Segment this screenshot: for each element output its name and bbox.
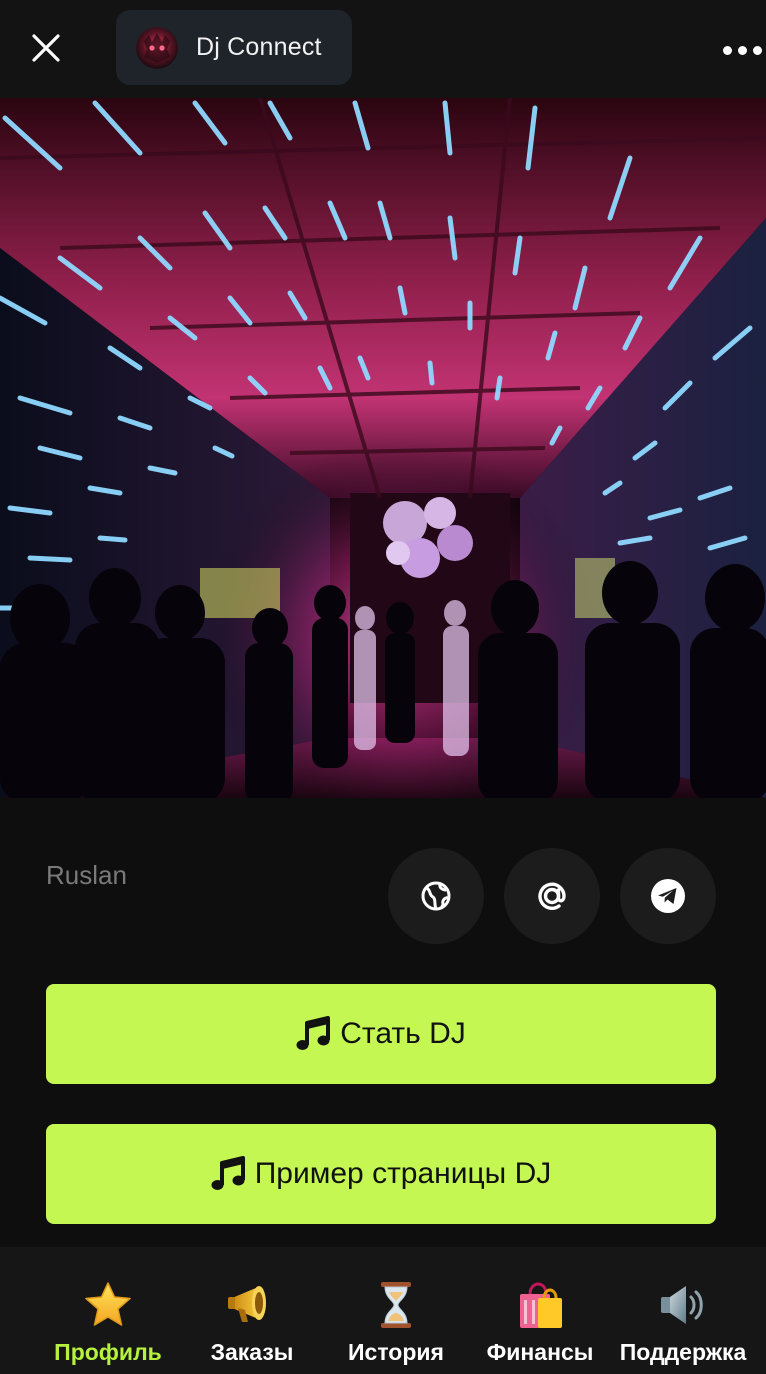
close-icon — [32, 34, 60, 62]
star-icon — [83, 1279, 133, 1331]
tab-history[interactable]: История — [340, 1247, 452, 1374]
app-avatar — [136, 26, 178, 69]
close-button[interactable] — [22, 24, 70, 72]
telegram-icon — [651, 879, 685, 913]
tab-history-label: История — [348, 1339, 444, 1365]
app-title-chip[interactable]: Dj Connect — [116, 10, 352, 85]
nightclub-photo — [0, 98, 766, 798]
profile-name: Ruslan — [46, 860, 127, 890]
email-link-button[interactable] — [504, 848, 600, 944]
more-horizontal-icon — [723, 45, 732, 55]
music-note-icon — [296, 1015, 332, 1053]
website-link-button[interactable] — [388, 848, 484, 944]
become-dj-button[interactable]: Стать DJ — [46, 984, 716, 1084]
hourglass-icon — [379, 1279, 413, 1331]
tab-profile[interactable]: Профиль — [52, 1247, 164, 1374]
tab-profile-label: Профиль — [54, 1339, 162, 1365]
top-bar: Dj Connect — [0, 0, 766, 98]
bottom-navigation: Профиль Заказы История Финансы Поддержка — [0, 1247, 766, 1374]
tab-orders-label: Заказы — [210, 1339, 294, 1365]
tab-finances[interactable]: Финансы — [484, 1247, 596, 1374]
more-options-button[interactable] — [716, 30, 766, 70]
example-dj-page-label: Пример страницы DJ — [254, 1157, 552, 1190]
telegram-link-button[interactable] — [620, 848, 716, 944]
example-dj-page-button[interactable]: Пример страницы DJ — [46, 1124, 716, 1224]
at-sign-icon — [538, 882, 566, 910]
globe-icon — [421, 881, 451, 911]
shopping-bags-icon — [514, 1279, 566, 1331]
app-title: Dj Connect — [196, 33, 322, 61]
tab-orders[interactable]: Заказы — [196, 1247, 308, 1374]
speaker-icon — [658, 1279, 708, 1331]
music-note-icon — [211, 1155, 247, 1193]
profile-cover-image — [0, 98, 766, 798]
tab-finances-label: Финансы — [486, 1339, 594, 1365]
become-dj-label: Стать DJ — [340, 1017, 466, 1050]
tab-support[interactable]: Поддержка — [616, 1247, 750, 1374]
megaphone-icon — [226, 1279, 278, 1331]
tab-support-label: Поддержка — [619, 1339, 747, 1365]
